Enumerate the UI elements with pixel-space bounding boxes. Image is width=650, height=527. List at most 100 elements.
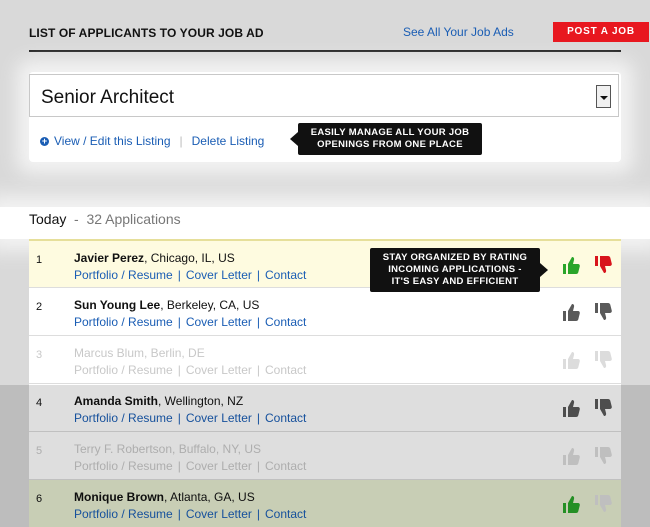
cover-letter-link[interactable]: Cover Letter	[186, 268, 252, 282]
applicant-info: Marcus Blum, Berlin, DE	[74, 346, 205, 360]
thumbs-down-icon[interactable]	[593, 446, 613, 466]
portfolio-resume-link[interactable]: Portfolio / Resume	[74, 459, 173, 473]
thumbs-up-icon[interactable]	[561, 302, 581, 322]
applicant-row: 3 Marcus Blum, Berlin, DE Portfolio / Resu…	[29, 335, 621, 383]
applicant-info: Javier Perez, Chicago, IL, US	[74, 251, 235, 265]
contact-link[interactable]: Contact	[265, 411, 306, 425]
listing-actions: + View / Edit this Listing | Delete Listing	[40, 134, 264, 148]
chevron-down-icon[interactable]	[596, 85, 611, 108]
contact-link[interactable]: Contact	[265, 268, 306, 282]
tooltip-line: IT'S EASY AND EFFICIENT	[391, 276, 519, 287]
applicant-info: Amanda Smith, Wellington, NZ	[74, 394, 243, 408]
thumbs-up-icon[interactable]	[561, 494, 581, 514]
applicant-links: Portfolio / Resume | Cover Letter | Contact	[74, 411, 306, 425]
contact-link[interactable]: Contact	[265, 459, 306, 473]
thumbs-up-icon[interactable]	[561, 350, 581, 370]
tooltip-line: STAY ORGANIZED BY RATING	[382, 252, 528, 263]
thumbs-up-icon[interactable]	[561, 255, 581, 275]
applicant-links: Portfolio / Resume | Cover Letter | Contact	[74, 363, 306, 377]
manage-jobs-tooltip: EASILY MANAGE ALL YOUR JOB OPENINGS FROM…	[290, 123, 482, 155]
divider: |	[256, 459, 260, 473]
applicant-number: 1	[36, 254, 43, 266]
applications-day: Today	[29, 211, 67, 227]
applicant-info: Sun Young Lee, Berkeley, CA, US	[74, 298, 259, 312]
tooltip-line: OPENINGS FROM ONE PLACE	[317, 139, 463, 150]
cover-letter-link[interactable]: Cover Letter	[186, 363, 252, 377]
divider: |	[256, 411, 260, 425]
divider: |	[256, 268, 260, 282]
selected-job-title: Senior Architect	[41, 87, 175, 108]
thumbs-down-icon[interactable]	[593, 255, 613, 275]
see-all-job-ads-link[interactable]: See All Your Job Ads	[403, 25, 514, 39]
applicant-links: Portfolio / Resume | Cover Letter | Contact	[74, 459, 306, 473]
thumbs-down-icon[interactable]	[593, 350, 613, 370]
applicant-row: 5 Terry F. Robertson, Buffalo, NY, US Port…	[29, 431, 621, 479]
applicant-name: Monique Brown	[74, 490, 164, 504]
thumbs-up-icon[interactable]	[561, 446, 581, 466]
applicant-links: Portfolio / Resume | Cover Letter | Contact	[74, 315, 306, 329]
applicant-location: , Berlin, DE	[144, 346, 205, 360]
tooltip-line: INCOMING APPLICATIONS -	[388, 264, 522, 275]
count-dash: -	[74, 211, 79, 227]
contact-link[interactable]: Contact	[265, 315, 306, 329]
applicant-name: Sun Young Lee	[74, 298, 161, 312]
portfolio-resume-link[interactable]: Portfolio / Resume	[74, 507, 173, 521]
divider: |	[256, 315, 260, 329]
applicant-info: Terry F. Robertson, Buffalo, NY, US	[74, 442, 261, 456]
post-a-job-button[interactable]: POST A JOB	[553, 22, 649, 42]
tooltip-line: EASILY MANAGE ALL YOUR JOB	[310, 127, 470, 138]
portfolio-resume-link[interactable]: Portfolio / Resume	[74, 315, 173, 329]
page-title: LIST OF APPLICANTS TO YOUR JOB AD	[29, 26, 264, 40]
rating-tooltip: STAY ORGANIZED BY RATING INCOMING APPLIC…	[370, 248, 548, 292]
applicant-name: Amanda Smith	[74, 394, 159, 408]
divider: |	[177, 507, 181, 521]
thumbs-down-icon[interactable]	[593, 398, 613, 418]
applicant-row: 4 Amanda Smith, Wellington, NZ Portfolio /…	[29, 383, 621, 431]
view-edit-listing-link[interactable]: View / Edit this Listing	[54, 134, 171, 148]
count-label: 32 Applications	[86, 211, 181, 227]
applicant-location: , Chicago, IL, US	[144, 251, 235, 265]
cover-letter-link[interactable]: Cover Letter	[186, 507, 252, 521]
applicant-number: 5	[36, 445, 43, 457]
job-select[interactable]: Senior Architect	[29, 74, 619, 117]
applicant-location: , Wellington, NZ	[158, 394, 244, 408]
portfolio-resume-link[interactable]: Portfolio / Resume	[74, 363, 173, 377]
applicant-number: 6	[36, 493, 43, 505]
delete-listing-link[interactable]: Delete Listing	[192, 134, 265, 148]
applications-header: Today - 32 Applications	[0, 207, 650, 239]
applicant-links: Portfolio / Resume | Cover Letter | Contact	[74, 507, 306, 521]
contact-link[interactable]: Contact	[265, 507, 306, 521]
portfolio-resume-link[interactable]: Portfolio / Resume	[74, 268, 173, 282]
cover-letter-link[interactable]: Cover Letter	[186, 315, 252, 329]
divider: |	[256, 363, 260, 377]
divider: |	[177, 315, 181, 329]
thumbs-up-icon[interactable]	[561, 398, 581, 418]
applicant-number: 2	[36, 301, 43, 313]
applicant-location: , Atlanta, GA, US	[164, 490, 255, 504]
divider: |	[177, 363, 181, 377]
thumbs-down-icon[interactable]	[593, 302, 613, 322]
page-header: LIST OF APPLICANTS TO YOUR JOB AD See Al…	[29, 19, 649, 52]
applicant-location: , Berkeley, CA, US	[160, 298, 260, 312]
applicant-number: 3	[36, 349, 43, 361]
divider: |	[177, 268, 181, 282]
applications-count: - 32 Applications	[74, 211, 181, 227]
cover-letter-link[interactable]: Cover Letter	[186, 411, 252, 425]
contact-link[interactable]: Contact	[265, 363, 306, 377]
divider: |	[179, 134, 183, 148]
divider: |	[177, 459, 181, 473]
applicant-name: Javier Perez	[74, 251, 145, 265]
applicant-number: 4	[36, 397, 43, 409]
applicant-links: Portfolio / Resume | Cover Letter | Contact	[74, 268, 306, 282]
applicant-info: Monique Brown, Atlanta, GA, US	[74, 490, 255, 504]
applicant-location: , Buffalo, NY, US	[172, 442, 261, 456]
applicant-name: Marcus Blum	[74, 346, 145, 360]
cover-letter-link[interactable]: Cover Letter	[186, 459, 252, 473]
thumbs-down-icon[interactable]	[593, 494, 613, 514]
plus-icon: +	[40, 136, 49, 146]
applicant-row: 2 Sun Young Lee, Berkeley, CA, US Portfoli…	[29, 287, 621, 335]
applicant-row: 6 Monique Brown, Atlanta, GA, US Portfolio…	[29, 479, 621, 527]
divider: |	[177, 411, 181, 425]
portfolio-resume-link[interactable]: Portfolio / Resume	[74, 411, 173, 425]
divider: |	[256, 507, 260, 521]
